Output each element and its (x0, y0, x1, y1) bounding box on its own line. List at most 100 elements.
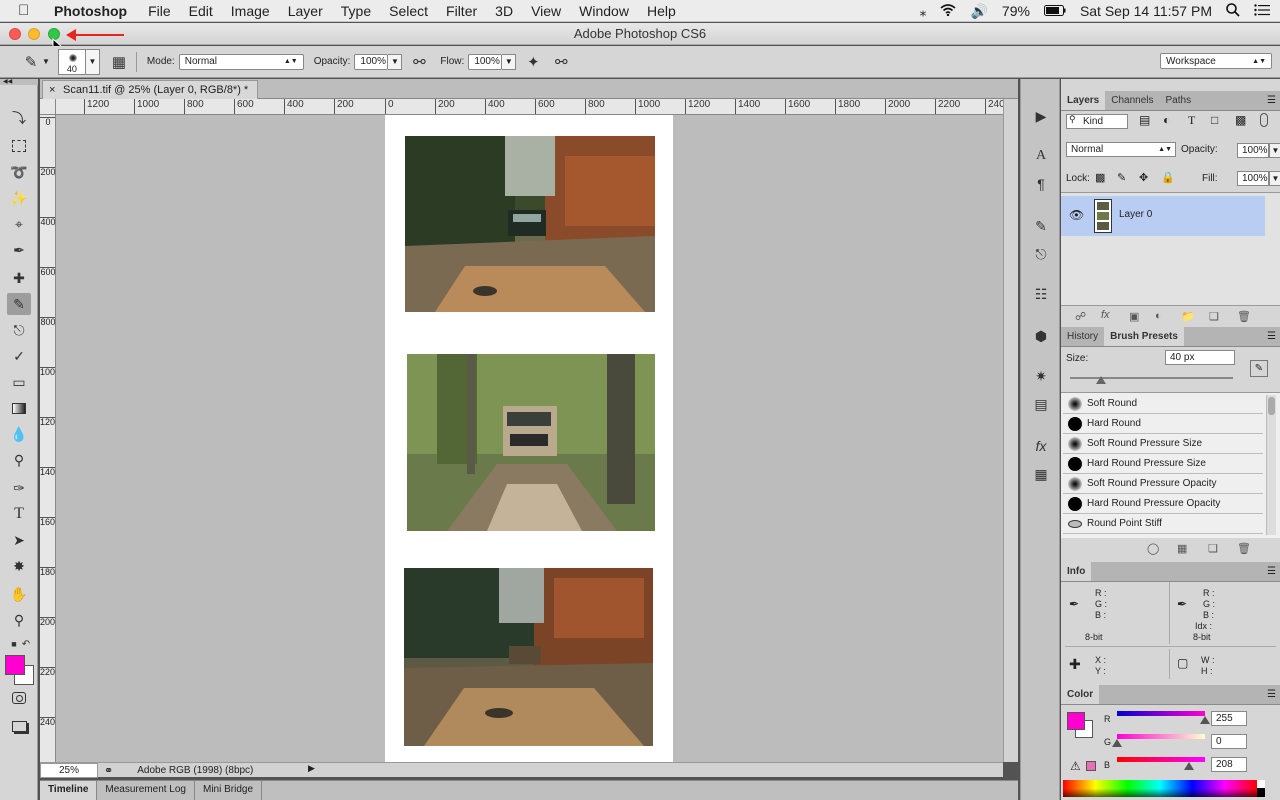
document-page[interactable] (385, 115, 673, 762)
color-g-slider-thumb[interactable] (1112, 739, 1122, 747)
healing-brush-tool-icon[interactable]: ✚ (7, 267, 31, 289)
filter-shape-icon[interactable]: □ (1211, 113, 1218, 127)
layer-row[interactable]: 👁 Layer 0 (1061, 196, 1265, 236)
brush-list-scrollbar[interactable] (1266, 395, 1276, 535)
panel-menu-icon[interactable]: ☰ (1267, 689, 1276, 700)
lock-image-pixels-icon[interactable]: ✎ (1117, 171, 1126, 184)
ruler-origin[interactable] (40, 99, 56, 115)
battery-icon[interactable] (1043, 3, 1066, 19)
zoom-level-input[interactable]: 25% (40, 762, 98, 778)
pen-tool-icon[interactable]: ✑ (7, 477, 31, 499)
pressure-size-icon[interactable]: ⚯ (550, 51, 572, 73)
menu-edit[interactable]: Edit (189, 3, 213, 19)
mode-select[interactable]: Normal ▲▼ (178, 53, 304, 70)
color-r-input[interactable]: 255 (1211, 711, 1247, 726)
eraser-tool-icon[interactable]: ▭ (7, 371, 31, 393)
blur-tool-icon[interactable]: 💧 (7, 423, 31, 445)
filter-type-icon[interactable]: T (1188, 113, 1195, 128)
vertical-ruler[interactable]: 0 200 400 600 800 1000 1200 1400 1600 18… (40, 115, 56, 762)
horizontal-scrollbar[interactable]: ▶ (308, 762, 1003, 777)
ramp-white-swatch[interactable] (1257, 780, 1265, 788)
color-g-slider[interactable] (1117, 734, 1205, 739)
new-brush-preset-icon[interactable]: ❏ (1208, 542, 1218, 555)
menu-window[interactable]: Window (579, 3, 629, 19)
brush-preset-row[interactable]: Soft Round Pressure Opacity (1063, 474, 1263, 494)
menu-filter[interactable]: Filter (446, 3, 477, 19)
layer-blend-mode-select[interactable]: Normal ▲▼ (1066, 142, 1176, 157)
brush-preset-picker[interactable]: 40 (57, 48, 86, 75)
filter-smart-object-icon[interactable]: ▩ (1235, 113, 1246, 127)
panel-menu-icon[interactable]: ☰ (1267, 566, 1276, 577)
menu-view[interactable]: View (531, 3, 561, 19)
layer-opacity-dropdown-icon[interactable]: ▼ (1269, 143, 1280, 158)
lasso-tool-icon[interactable]: ➰ (7, 161, 31, 183)
marquee-tool-icon[interactable] (7, 135, 31, 157)
move-tool-icon[interactable]: ⤵ (7, 107, 31, 129)
swap-colors-icon[interactable]: ↶ (14, 633, 38, 655)
gradient-tool-icon[interactable] (7, 397, 31, 419)
delete-brush-preset-icon[interactable]: 🗑 (1237, 542, 1251, 555)
styles-panel-icon[interactable]: fx (1029, 435, 1053, 457)
panel-menu-icon[interactable]: ☰ (1267, 331, 1276, 342)
color-spectrum-ramp[interactable] (1063, 780, 1257, 797)
add-layer-style-icon[interactable]: fx (1101, 309, 1110, 321)
tab-paths[interactable]: Paths (1160, 91, 1198, 110)
document-canvas[interactable] (56, 115, 1003, 762)
layer-opacity-input[interactable]: 100% (1237, 143, 1269, 158)
ramp-black-swatch[interactable] (1257, 788, 1265, 797)
flow-input[interactable]: 100% (468, 53, 503, 70)
new-layer-icon[interactable]: ❏ (1209, 310, 1219, 323)
tab-history[interactable]: History (1061, 327, 1104, 346)
close-tab-icon[interactable]: × (49, 81, 55, 99)
layer-visibility-eye-icon[interactable]: 👁 (1069, 208, 1084, 222)
collapse-toolbar-icon[interactable]: ◀◀ (0, 79, 38, 85)
lock-transparent-icon[interactable]: ▩ (1095, 171, 1105, 184)
brush-preset-row[interactable]: Hard Round Pressure Opacity (1063, 494, 1263, 514)
brush-preset-row[interactable]: Hard Round (1063, 414, 1263, 434)
quick-selection-tool-icon[interactable]: ✨ (7, 187, 31, 209)
shape-tool-icon[interactable]: ✸ (7, 555, 31, 577)
wifi-icon[interactable] (940, 3, 956, 19)
menubar-clock[interactable]: Sat Sep 14 11:57 PM (1080, 3, 1212, 19)
brush-panel-icon[interactable]: ✎ (1029, 215, 1053, 237)
airbrush-icon[interactable]: ✦ (522, 51, 544, 73)
out-of-gamut-warning-icon[interactable]: ⚠ (1070, 759, 1081, 773)
opacity-dropdown-icon[interactable]: ▼ (388, 53, 403, 70)
tool-presets-icon[interactable]: ☷ (1029, 283, 1053, 305)
layer-name[interactable]: Layer 0 (1119, 209, 1152, 220)
clone-source-icon[interactable]: ⎋ (1029, 243, 1053, 265)
paragraph-panel-icon[interactable]: ¶ (1029, 173, 1053, 195)
brush-tool-icon[interactable]: ✎ (7, 293, 31, 315)
scrollbar-thumb[interactable] (1268, 397, 1275, 415)
tab-color[interactable]: Color (1061, 685, 1100, 704)
menu-app-name[interactable]: Photoshop (54, 3, 127, 19)
tab-channels[interactable]: Channels (1105, 91, 1159, 110)
workspace-select[interactable]: Workspace ▲▼ (1160, 53, 1272, 69)
scroll-right-icon[interactable]: ▶ (308, 763, 315, 774)
menu-layer[interactable]: Layer (288, 3, 323, 19)
color-foreground-swatch[interactable] (1067, 712, 1085, 730)
lock-all-icon[interactable]: 🔒 (1161, 171, 1175, 184)
filter-adjustment-icon[interactable]: ◐ (1163, 113, 1170, 127)
brush-picker-dropdown-icon[interactable]: ▼ (85, 48, 100, 75)
document-tab[interactable]: × Scan11.tif @ 25% (Layer 0, RGB/8*) * (42, 80, 258, 99)
3d-panel-icon[interactable]: ⬢ (1029, 325, 1053, 347)
layer-fill-input[interactable]: 100% (1237, 171, 1269, 186)
history-brush-tool-icon[interactable]: ✓ (7, 345, 31, 367)
menu-select[interactable]: Select (389, 3, 428, 19)
swatches-icon[interactable]: ▦ (1029, 463, 1053, 485)
bluetooth-icon[interactable]: ⁎ (919, 3, 926, 20)
new-group-icon[interactable]: 📁 (1181, 310, 1195, 323)
brush-tool-preset-icon[interactable]: ✎ (20, 51, 42, 73)
volume-icon[interactable]: 🔊 (970, 3, 987, 20)
toggle-brush-panel-icon[interactable]: ▦ (108, 51, 130, 73)
color-r-slider[interactable] (1117, 711, 1205, 716)
brush-size-slider-thumb[interactable] (1096, 376, 1106, 384)
crop-tool-icon[interactable]: ⌖ (7, 213, 31, 235)
lock-position-icon[interactable]: ✥ (1139, 171, 1148, 184)
filter-toggle-icon[interactable] (1260, 113, 1268, 127)
clone-stamp-tool-icon[interactable]: ⎋ (7, 319, 31, 341)
brush-preset-row[interactable]: Soft Round Pressure Size (1063, 434, 1263, 454)
tab-info[interactable]: Info (1061, 562, 1092, 581)
delete-layer-icon[interactable]: 🗑 (1237, 310, 1251, 323)
